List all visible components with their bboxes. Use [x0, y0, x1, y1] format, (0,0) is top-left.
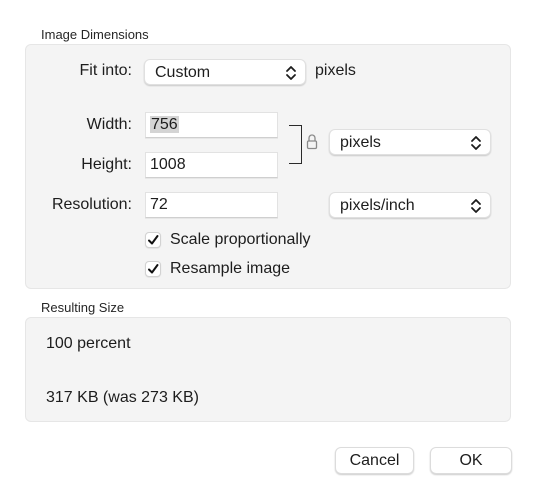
size-unit-value: pixels: [340, 134, 381, 151]
resample-image-checkbox[interactable]: Resample image: [145, 260, 290, 278]
cancel-button[interactable]: Cancel: [335, 447, 414, 474]
proportion-link-bracket: [289, 125, 302, 164]
resulting-percent: 100 percent: [46, 335, 131, 352]
size-unit-popup[interactable]: pixels: [329, 129, 491, 155]
fit-into-popup[interactable]: Custom: [144, 59, 306, 85]
checkbox-box[interactable]: [145, 261, 161, 277]
up-down-chevron-icon: [471, 199, 481, 213]
resulting-size-title: Resulting Size: [41, 300, 125, 315]
checkmark-icon: [148, 235, 159, 245]
up-down-chevron-icon: [286, 66, 296, 80]
fit-into-unit: pixels: [315, 62, 356, 79]
image-dimensions-title: Image Dimensions: [41, 27, 149, 42]
width-value: 756: [150, 116, 179, 133]
width-label: Width:: [86, 116, 132, 133]
resolution-value: 72: [150, 196, 168, 213]
height-value: 1008: [150, 156, 186, 173]
resolution-field[interactable]: 72: [145, 192, 278, 218]
scale-proportionally-checkbox[interactable]: Scale proportionally: [145, 231, 311, 249]
scale-proportionally-label: Scale proportionally: [170, 231, 311, 248]
width-field[interactable]: 756: [145, 112, 278, 138]
resolution-label: Resolution:: [51, 196, 132, 213]
fit-into-value: Custom: [155, 64, 211, 81]
resample-image-label: Resample image: [170, 260, 291, 277]
height-label: Height:: [81, 156, 132, 173]
height-field[interactable]: 1008: [145, 152, 278, 178]
lock-icon[interactable]: [306, 133, 318, 150]
checkmark-icon: [148, 264, 159, 274]
checkbox-box[interactable]: [145, 232, 161, 248]
ok-button[interactable]: OK: [430, 447, 512, 474]
resolution-unit-popup[interactable]: pixels/inch: [329, 192, 491, 218]
resulting-file-size: 317 KB (was 273 KB): [46, 389, 199, 406]
up-down-chevron-icon: [471, 136, 481, 150]
resolution-unit-value: pixels/inch: [340, 197, 415, 214]
fit-into-label: Fit into:: [79, 62, 132, 79]
